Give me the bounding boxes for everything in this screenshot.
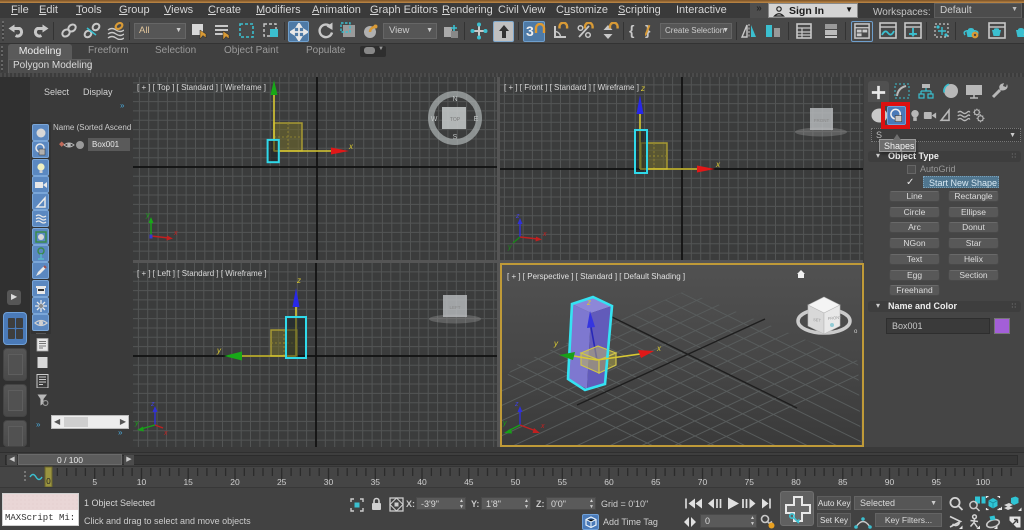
svg-text:35: 35 bbox=[371, 477, 381, 487]
svg-text:45: 45 bbox=[464, 477, 474, 487]
svg-text:75: 75 bbox=[745, 477, 755, 487]
svg-text:z: z bbox=[586, 298, 591, 307]
svg-text:y: y bbox=[134, 420, 139, 427]
svg-text:y: y bbox=[507, 244, 512, 251]
svg-text:70: 70 bbox=[698, 477, 708, 487]
svg-text:50: 50 bbox=[511, 477, 521, 487]
svg-text:x: x bbox=[542, 231, 547, 238]
svg-text:x: x bbox=[163, 430, 168, 437]
svg-text:20: 20 bbox=[230, 477, 240, 487]
svg-text:z: z bbox=[296, 276, 301, 285]
svg-text:15: 15 bbox=[183, 477, 193, 487]
svg-text:N: N bbox=[452, 96, 457, 103]
svg-text:30: 30 bbox=[324, 477, 334, 487]
svg-text:60: 60 bbox=[604, 477, 614, 487]
svg-text:W: W bbox=[431, 116, 438, 123]
svg-text:z: z bbox=[514, 401, 519, 408]
svg-text:5: 5 bbox=[92, 477, 97, 487]
svg-text:90: 90 bbox=[885, 477, 895, 487]
svg-text:x: x bbox=[540, 423, 545, 430]
svg-text:x: x bbox=[173, 230, 178, 237]
svg-text:S: S bbox=[453, 134, 458, 141]
svg-text:65: 65 bbox=[651, 477, 661, 487]
svg-text:25: 25 bbox=[277, 477, 287, 487]
svg-text:TOP: TOP bbox=[450, 117, 461, 123]
svg-text:100: 100 bbox=[976, 477, 990, 487]
svg-text:z: z bbox=[515, 213, 520, 220]
svg-text:E: E bbox=[474, 116, 479, 123]
svg-text:0: 0 bbox=[46, 477, 51, 486]
svg-text:[ + ] [ Front ] [ Standard ] [: [ + ] [ Front ] [ Standard ] [ Wireframe… bbox=[504, 83, 639, 92]
svg-text:55: 55 bbox=[558, 477, 568, 487]
svg-text:z: z bbox=[150, 401, 155, 408]
svg-text:SET: SET bbox=[813, 317, 822, 323]
svg-text:FRONT: FRONT bbox=[814, 118, 830, 123]
svg-text:[ + ] [ Perspective ] [ Standa: [ + ] [ Perspective ] [ Standard ] [ Def… bbox=[507, 272, 685, 281]
svg-text:y: y bbox=[502, 420, 507, 427]
svg-text:z: z bbox=[640, 84, 645, 93]
svg-text:[ + ] [ Top ] [ Standard ] [ W: [ + ] [ Top ] [ Standard ] [ Wireframe ] bbox=[137, 83, 266, 92]
svg-text:95: 95 bbox=[932, 477, 942, 487]
svg-text:85: 85 bbox=[838, 477, 848, 487]
svg-text:[ + ] [ Left ] [ Standard ] [: [ + ] [ Left ] [ Standard ] [ Wireframe … bbox=[137, 269, 267, 278]
svg-text:y: y bbox=[145, 212, 150, 219]
svg-text:10: 10 bbox=[137, 477, 147, 487]
svg-text:40: 40 bbox=[417, 477, 427, 487]
svg-text:80: 80 bbox=[791, 477, 801, 487]
svg-text:LEFT: LEFT bbox=[449, 305, 460, 310]
